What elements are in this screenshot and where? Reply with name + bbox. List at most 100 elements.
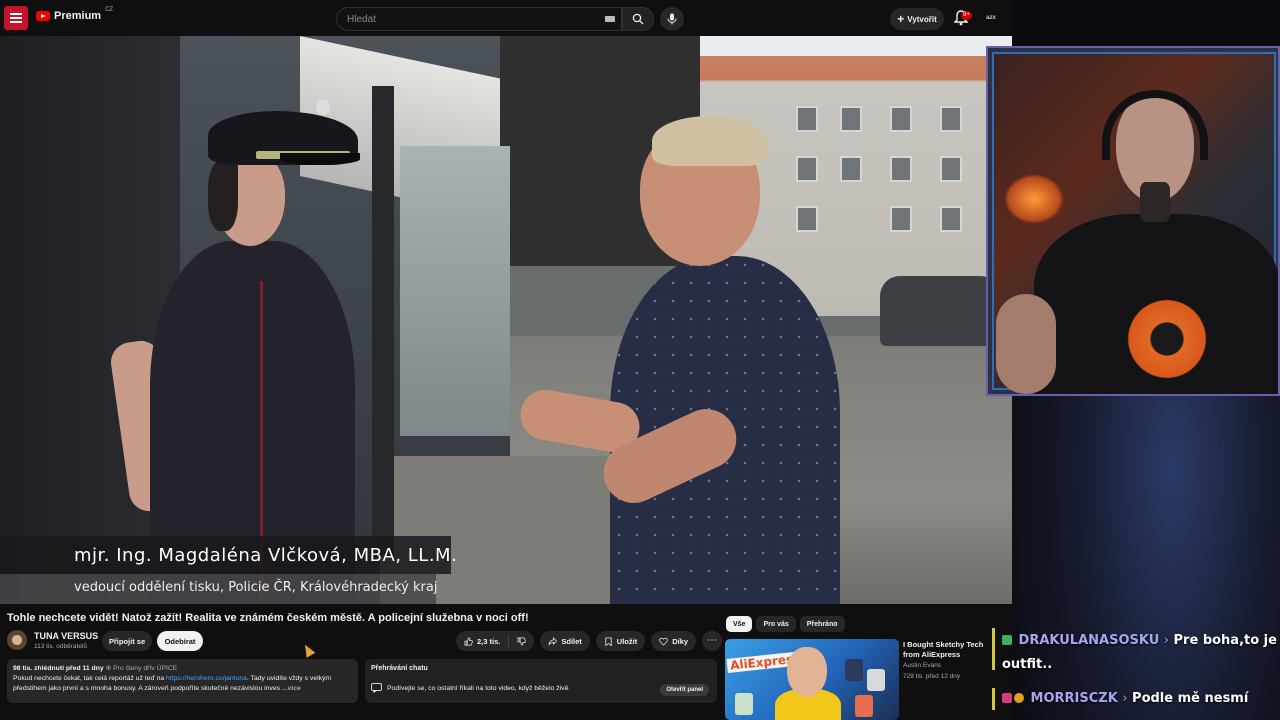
mouse-cursor-icon — [300, 642, 316, 658]
window — [890, 106, 912, 132]
plus-icon: + — [897, 12, 905, 26]
youtube-header: Premium CZ Hledat + Vytvořit 9+ azx — [0, 0, 1012, 36]
chat-replay-text: Podívejte se, co ostatní říkali na toto … — [387, 684, 571, 692]
keyboard-icon[interactable] — [605, 16, 615, 22]
voice-search-button[interactable] — [660, 7, 684, 31]
show-more-link[interactable]: ...více — [282, 685, 301, 692]
thumbnail-gadget — [867, 669, 885, 691]
chat-badge-icon — [1002, 635, 1012, 645]
open-panel-button[interactable]: Otevřít panel — [660, 684, 709, 696]
description-text-part: Pokud nechcete čekat, tak celá reportáž … — [13, 675, 167, 682]
microphone-icon — [667, 13, 677, 25]
cap-visor — [280, 153, 360, 165]
recommendation-channel[interactable]: Austin Evans — [903, 662, 941, 669]
video-player[interactable]: mjr. Ing. Magdaléna Vlčková, MBA, LL.M. … — [0, 36, 1012, 604]
chat-username: MORRISCZK — [1030, 691, 1118, 706]
search-button[interactable] — [622, 7, 654, 31]
share-icon — [548, 636, 558, 645]
search-placeholder: Hledat — [347, 13, 376, 25]
streamer-beard — [1140, 182, 1170, 222]
like-button[interactable]: 2,3 tis. — [456, 631, 508, 651]
recommendation-title[interactable]: I Bought Sketchy Tech from AliExpress — [903, 640, 995, 660]
video-scene-car — [880, 276, 1000, 346]
channel-avatar[interactable] — [7, 630, 27, 650]
description-meta: 98 tis. zhlédnutí před 11 dny ⊕ Pro člen… — [13, 664, 352, 674]
hamburger-icon — [10, 17, 22, 19]
thanks-label: Díky — [672, 636, 689, 646]
recommendation-chips: Vše Pro vás Přehráno — [726, 616, 845, 632]
thumbs-up-icon — [464, 637, 473, 645]
screen: Premium CZ Hledat + Vytvořit 9+ azx mjr.… — [0, 0, 1280, 720]
share-button[interactable]: Sdílet — [540, 631, 590, 651]
recommendation-meta: 728 tis. před 12 dny — [903, 673, 961, 680]
chat-text: Podle mě nesmí — [1132, 691, 1249, 706]
webcam-lamp — [1004, 174, 1064, 224]
video-actions: 2,3 tis. Sdílet Uložit Díky ⋯ — [456, 631, 723, 651]
like-count: 2,3 tis. — [477, 636, 501, 646]
chat-badge-icon — [1002, 693, 1012, 703]
chip-for-you[interactable]: Pro vás — [756, 616, 796, 632]
menu-button[interactable] — [4, 6, 28, 30]
members-first-tag: ⊕ Pro členy dřív ÚPICE — [105, 665, 178, 672]
description-link[interactable]: https://herohero.co/jantuna — [166, 675, 247, 682]
save-button[interactable]: Uložit — [595, 631, 646, 651]
headset-icon — [1102, 90, 1208, 160]
thumbnail-gadget — [855, 695, 873, 717]
chat-replay-title: Přehrávání chatu — [371, 665, 428, 672]
chat-replay-panel: Přehrávání chatu Podívejte se, co ostatn… — [365, 659, 717, 703]
window — [940, 206, 962, 232]
lower-third-caption: mjr. Ing. Magdaléna Vlčková, MBA, LL.M. … — [0, 536, 457, 604]
join-button[interactable]: Připojit se — [102, 631, 152, 651]
chip-watched[interactable]: Přehráno — [799, 616, 845, 632]
chat-message: DRAKULANASOSKU › Pre boha,to je outfit.. — [1002, 629, 1280, 677]
reporter-hair — [652, 116, 767, 166]
chip-all[interactable]: Vše — [726, 616, 753, 632]
thumbs-down-icon — [517, 637, 527, 645]
dislike-button[interactable] — [509, 631, 534, 651]
chat-message: MORRISCZK › Podle mě nesmí — [1002, 687, 1280, 711]
tshirt-logo — [1122, 294, 1212, 384]
video-scene-window — [400, 146, 510, 436]
chat-badge-icon — [1014, 693, 1024, 703]
thanks-button[interactable]: Díky — [651, 631, 697, 651]
officer-hair — [208, 161, 238, 231]
video-person-officer — [108, 91, 370, 604]
chat-separator: › — [1122, 691, 1128, 706]
window — [890, 206, 912, 232]
window — [940, 106, 962, 132]
account-avatar[interactable]: azx — [982, 10, 1000, 26]
more-actions-button[interactable]: ⋯ — [702, 631, 723, 651]
cap-badge-icon — [316, 99, 330, 115]
chat-replay-row: Podívejte se, co ostatní říkali na toto … — [371, 683, 570, 693]
lower-third-role: vedoucí oddělení tisku, Policie ČR, Král… — [0, 574, 437, 604]
recommendation-thumbnail[interactable]: AliExpress — [725, 639, 899, 720]
channel-subscribers: 113 tis. odběratelů — [34, 643, 87, 650]
like-dislike-group: 2,3 tis. — [456, 631, 535, 651]
window — [940, 156, 962, 182]
logo-text: Premium — [54, 10, 102, 22]
chat-bubble-icon — [371, 683, 382, 693]
stream-background-top — [1012, 0, 1280, 46]
create-button[interactable]: + Vytvořit — [890, 8, 944, 30]
video-person-reporter — [500, 76, 860, 604]
subscribe-button[interactable]: Odebírat — [157, 631, 203, 651]
youtube-logo[interactable]: Premium CZ — [36, 7, 114, 22]
lower-third-name: mjr. Ing. Magdaléna Vlčková, MBA, LL.M. — [0, 536, 457, 574]
search-input[interactable]: Hledat — [336, 7, 622, 31]
share-label: Sdílet — [561, 636, 582, 646]
youtube-play-icon — [36, 11, 50, 21]
chat-highlight-bar — [992, 688, 995, 710]
view-count-date: 98 tis. zhlédnutí před 11 dny — [13, 665, 104, 672]
video-title: Tohle nechcete vidět! Natož zažít! Reali… — [7, 612, 529, 624]
channel-name[interactable]: TUNA VERSUS — [34, 631, 98, 641]
description-box[interactable]: 98 tis. zhlédnutí před 11 dny ⊕ Pro člen… — [7, 659, 358, 703]
webcam-frame — [992, 52, 1278, 394]
thumbnail-person — [787, 647, 827, 697]
video-scene-sky — [700, 36, 1012, 56]
streamer-webcam — [986, 46, 1280, 396]
chat-separator: › — [1163, 633, 1169, 648]
chat-username: DRAKULANASOSKU — [1018, 633, 1160, 648]
logo-region: CZ — [105, 7, 114, 13]
streamer-arm — [996, 294, 1056, 394]
thumbnail-gadget — [735, 693, 753, 715]
